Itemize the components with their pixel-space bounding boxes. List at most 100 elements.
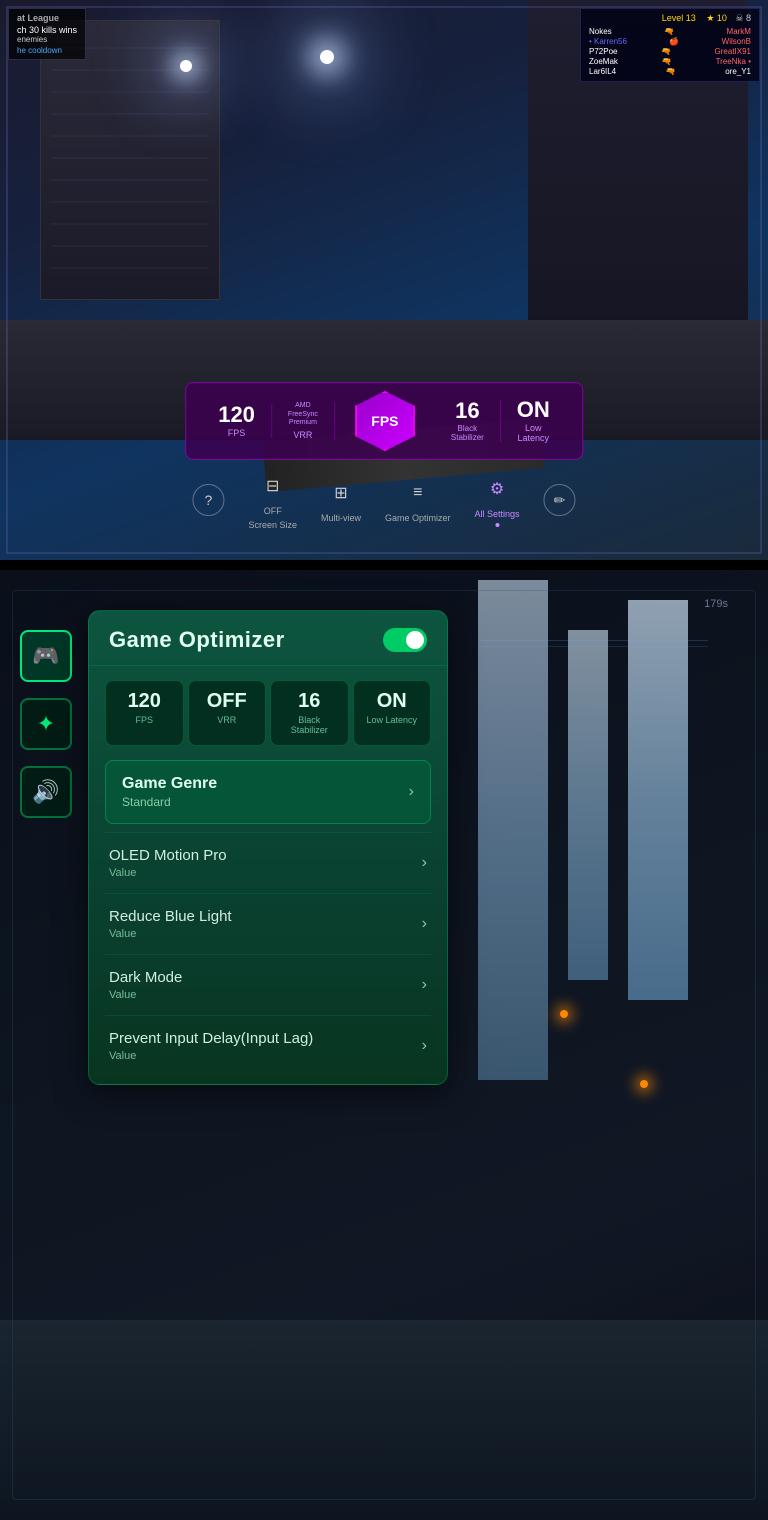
fps-value: 120 (218, 404, 255, 426)
street-light-right (320, 50, 334, 64)
enemies-text: enemies (17, 35, 77, 44)
game-optimizer-icon: ≡ (402, 477, 434, 509)
hud-top-right: Level 13 ★ 10 ☠ 8 Nokes 🔫 MarkM • Karren… (580, 8, 760, 82)
edit-button[interactable]: ✏ (544, 484, 576, 516)
input-delay-title: Prevent Input Delay(Input Lag) (109, 1030, 313, 1047)
league-label: at League (17, 13, 77, 23)
input-delay-info: Prevent Input Delay(Input Lag) Value (109, 1030, 313, 1062)
optimizer-panel: Game Optimizer 120 FPS OFF VRR 16 Black … (88, 610, 448, 1085)
panel-low-latency-label: Low Latency (362, 715, 423, 725)
low-latency-value: ON (517, 399, 550, 421)
player-row-3: P72Poe 🔫 GreatIX91 (589, 47, 751, 56)
dark-mode-value: Value (109, 989, 182, 1001)
torch-light-1 (560, 1010, 568, 1018)
reduce-blue-light-chevron-icon: › (422, 915, 427, 933)
fps-center-hex: FPS (335, 391, 435, 451)
ground-bottom (0, 1320, 768, 1520)
reduce-blue-light-title: Reduce Blue Light (109, 908, 232, 925)
game-genre-chevron-icon: › (409, 783, 414, 801)
player-row-5: Lar6IL4 🔫 ore_Y1 (589, 67, 751, 76)
panel-settings-list: OLED Motion Pro Value › Reduce Blue Ligh… (89, 828, 447, 1084)
black-stabilizer-stat: 16 Black Stabilizer (435, 400, 501, 442)
reduce-blue-light-row[interactable]: Reduce Blue Light Value › (89, 894, 447, 954)
panel-black-stabilizer-value: 16 (279, 691, 340, 711)
multiview-control[interactable]: ⊞ Multi-view (321, 477, 361, 523)
bottom-game-section: 179s E 🎮 ✦ 🔊 Game Optimizer 120 FPS OFF … (0, 570, 768, 1520)
controls-bar: ? ⊟ OFF Screen Size ⊞ Multi-view ≡ Game … (192, 470, 575, 530)
street-light-left (180, 60, 192, 72)
sidebar-display-button[interactable]: ✦ (20, 698, 72, 750)
top-game-section: at League ch 30 kills wins enemies he co… (0, 0, 768, 560)
ice-pillar-small (628, 600, 688, 1000)
sidebar-audio-button[interactable]: 🔊 (20, 766, 72, 818)
panel-black-stabilizer-label: Black Stabilizer (279, 715, 340, 735)
dark-mode-chevron-icon: › (422, 976, 427, 994)
all-settings-label: All Settings (475, 509, 520, 519)
ice-pillar-large (478, 580, 548, 1080)
black-stabilizer-label: Black Stabilizer (451, 424, 484, 442)
fps-stat: 120 FPS (202, 404, 272, 438)
reduce-blue-light-info: Reduce Blue Light Value (109, 908, 232, 940)
screen-size-control[interactable]: ⊟ OFF Screen Size (248, 470, 297, 530)
fps-hex-text: FPS (371, 413, 398, 429)
map-line-2 (480, 646, 708, 647)
panel-vrr-value: OFF (197, 691, 258, 711)
player-row-4: ZoeMak 🔫 TreeNka • (589, 57, 751, 66)
multiview-label: Multi-view (321, 513, 361, 523)
cooldown-text: he cooldown (17, 46, 77, 55)
freesync-label: AMDFreeSyncPremium (288, 402, 318, 427)
map-line-1 (480, 640, 708, 641)
skulls-count: ☠ 8 (735, 13, 751, 23)
oled-motion-info: OLED Motion Pro Value (109, 847, 227, 879)
building-left (40, 20, 220, 300)
game-optimizer-label: Game Optimizer (385, 513, 451, 523)
player-row-1: Nokes 🔫 MarkM (589, 27, 751, 36)
sidebar-left: 🎮 ✦ 🔊 (20, 630, 72, 818)
ice-pillar-medium (568, 630, 608, 980)
game-optimizer-control[interactable]: ≡ Game Optimizer (385, 477, 451, 523)
panel-vrr-label: VRR (197, 715, 258, 725)
input-delay-row[interactable]: Prevent Input Delay(Input Lag) Value › (89, 1016, 447, 1076)
panel-low-latency-stat: ON Low Latency (353, 680, 432, 746)
oled-motion-title: OLED Motion Pro (109, 847, 227, 864)
screen-size-icon: ⊟ (257, 470, 289, 502)
game-genre-info: Game Genre Standard (122, 775, 217, 809)
low-latency-stat: ON Low Latency (501, 399, 566, 443)
reduce-blue-light-value: Value (109, 928, 232, 940)
game-genre-row[interactable]: Game Genre Standard › (105, 760, 431, 824)
panel-title: Game Optimizer (109, 627, 285, 653)
panel-fps-value: 120 (114, 691, 175, 711)
vrr-label: VRR (288, 430, 318, 440)
all-settings-control[interactable]: ⚙ All Settings (475, 473, 520, 527)
fps-label: FPS (218, 428, 255, 438)
game-genre-value: Standard (122, 795, 217, 809)
oled-motion-chevron-icon: › (422, 854, 427, 872)
dark-mode-title: Dark Mode (109, 969, 182, 986)
fps-hexagon: FPS (355, 391, 415, 451)
dark-mode-info: Dark Mode Value (109, 969, 182, 1001)
player-list: Nokes 🔫 MarkM • Karren56 🍎 WilsonB P72Po… (589, 27, 751, 76)
vrr-stat: AMDFreeSyncPremium VRR (272, 402, 335, 439)
dark-mode-row[interactable]: Dark Mode Value › (89, 955, 447, 1015)
panel-fps-stat: 120 FPS (105, 680, 184, 746)
panel-low-latency-value: ON (362, 691, 423, 711)
input-delay-value: Value (109, 1050, 313, 1062)
oled-motion-value: Value (109, 867, 227, 879)
sidebar-gamepad-button[interactable]: 🎮 (20, 630, 72, 682)
hud-top-left: at League ch 30 kills wins enemies he co… (8, 8, 86, 60)
timer-display: 179s (704, 598, 728, 610)
black-stabilizer-value: 16 (451, 400, 484, 422)
game-genre-title: Game Genre (122, 775, 217, 793)
panel-fps-label: FPS (114, 715, 175, 725)
player-row-2: • Karren56 🍎 WilsonB (589, 37, 751, 46)
level-indicator: Level 13 ★ 10 ☠ 8 (589, 13, 751, 24)
help-button[interactable]: ? (192, 484, 224, 516)
kills-text: ch 30 kills wins (17, 25, 77, 35)
panel-toggle-switch[interactable] (383, 628, 427, 652)
input-delay-chevron-icon: › (422, 1037, 427, 1055)
multiview-icon: ⊞ (325, 477, 357, 509)
stats-bar: 120 FPS AMDFreeSyncPremium VRR FPS 16 Bl… (185, 382, 583, 460)
active-indicator (495, 523, 499, 527)
torch-light-2 (640, 1080, 648, 1088)
oled-motion-pro-row[interactable]: OLED Motion Pro Value › (89, 833, 447, 893)
